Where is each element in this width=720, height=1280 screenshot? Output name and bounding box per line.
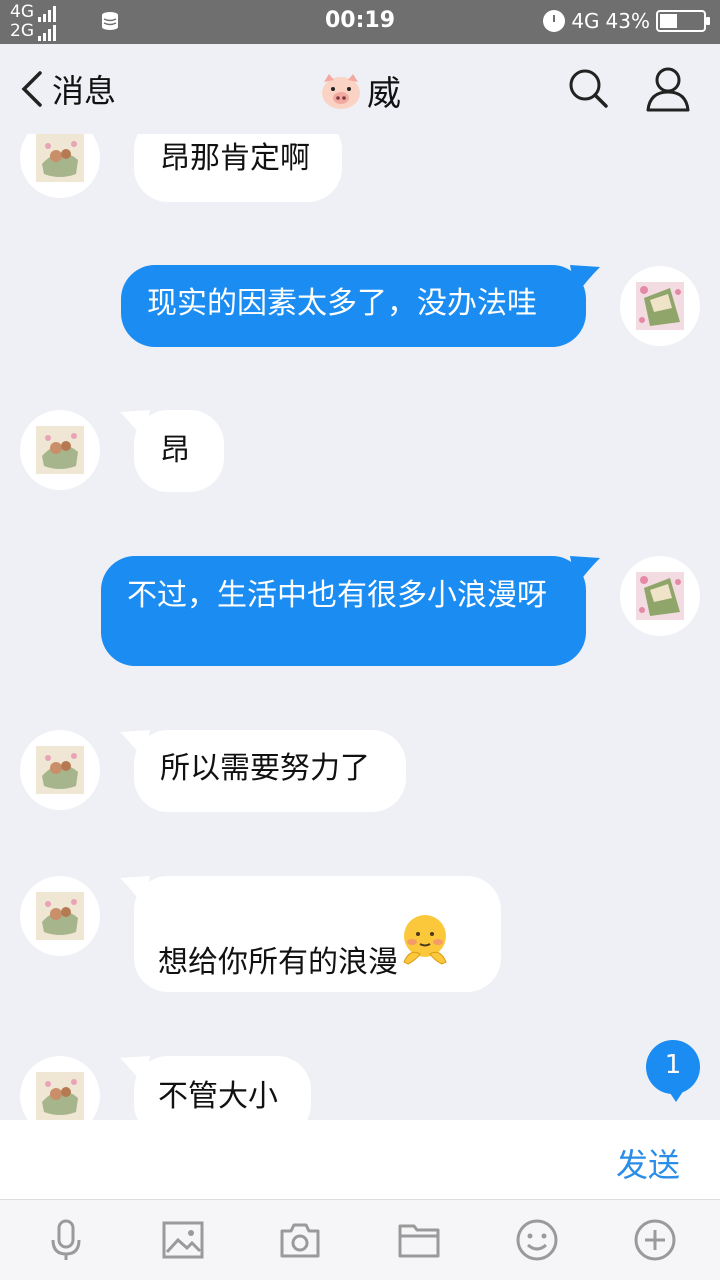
bubble-tail <box>570 265 600 295</box>
chat-header: 消息 威 <box>0 44 720 134</box>
avatar-image <box>636 282 684 330</box>
contact-avatar[interactable] <box>20 730 100 810</box>
blushing-face-emoji <box>403 915 447 965</box>
message-text: 现实的因素太多了，没办法哇 <box>147 286 537 321</box>
battery-percent: 43% <box>605 9 650 33</box>
bubble-tail <box>120 730 150 760</box>
message-bubble[interactable]: 不管大小 <box>120 1056 311 1120</box>
status-bar: 4G 2G 00:19 4G 43% <box>0 0 720 44</box>
message-list[interactable]: 昂那肯定啊 现实的因素太多了，没办法哇 昂 不过，生活中也有很多小浪漫呀 所以需… <box>0 134 720 1120</box>
profile-icon[interactable] <box>644 66 692 112</box>
avatar-image <box>636 572 684 620</box>
message-input[interactable] <box>20 1130 590 1190</box>
battery-icon <box>656 10 710 32</box>
folder-icon[interactable] <box>397 1218 441 1262</box>
contact-avatar[interactable] <box>20 410 100 490</box>
avatar-image <box>36 1072 84 1120</box>
plus-icon[interactable] <box>633 1218 677 1262</box>
network-type-right: 4G <box>571 9 600 33</box>
avatar-image <box>36 746 84 794</box>
message-bubble[interactable]: 现实的因素太多了，没办法哇 <box>121 265 600 347</box>
avatar-image <box>36 134 84 182</box>
bubble-tail <box>570 556 600 586</box>
microphone-icon[interactable] <box>44 1218 88 1262</box>
message-bubble[interactable]: 想给你所有的浪漫 <box>120 876 501 992</box>
my-avatar[interactable] <box>620 266 700 346</box>
my-avatar[interactable] <box>620 556 700 636</box>
avatar-image <box>36 426 84 474</box>
chat-title[interactable]: 威 <box>0 66 720 115</box>
message-text: 不管大小 <box>158 1079 278 1114</box>
contact-name: 威 <box>367 74 401 114</box>
message-text: 昂那肯定啊 <box>160 141 310 176</box>
unread-badge[interactable]: 1 <box>646 1040 700 1102</box>
input-toolbar <box>0 1200 720 1280</box>
bubble-tail <box>120 410 150 440</box>
image-icon[interactable] <box>161 1218 205 1262</box>
search-icon[interactable] <box>566 66 610 110</box>
message-text: 所以需要努力了 <box>160 751 370 786</box>
contact-avatar[interactable] <box>20 876 100 956</box>
input-bar: 发送 <box>0 1120 720 1200</box>
bubble-tail <box>120 1056 150 1086</box>
camera-icon[interactable] <box>278 1218 322 1262</box>
message-text: 昂 <box>160 433 190 468</box>
send-button[interactable]: 发送 <box>616 1140 680 1186</box>
message-bubble[interactable]: 所以需要努力了 <box>120 730 406 812</box>
message-bubble[interactable]: 不过，生活中也有很多小浪漫呀 <box>101 556 600 666</box>
message-text: 不过，生活中也有很多小浪漫呀 <box>127 578 547 613</box>
alarm-icon <box>543 10 566 32</box>
bubble-tail <box>120 876 150 906</box>
avatar-image <box>36 892 84 940</box>
pig-icon <box>322 73 360 109</box>
contact-avatar[interactable] <box>20 1056 100 1120</box>
emoji-icon[interactable] <box>515 1218 559 1262</box>
contact-avatar[interactable] <box>20 134 100 198</box>
message-bubble[interactable]: 昂 <box>120 410 224 492</box>
message-bubble[interactable]: 昂那肯定啊 <box>134 134 342 202</box>
message-text: 想给你所有的浪漫 <box>158 945 398 980</box>
